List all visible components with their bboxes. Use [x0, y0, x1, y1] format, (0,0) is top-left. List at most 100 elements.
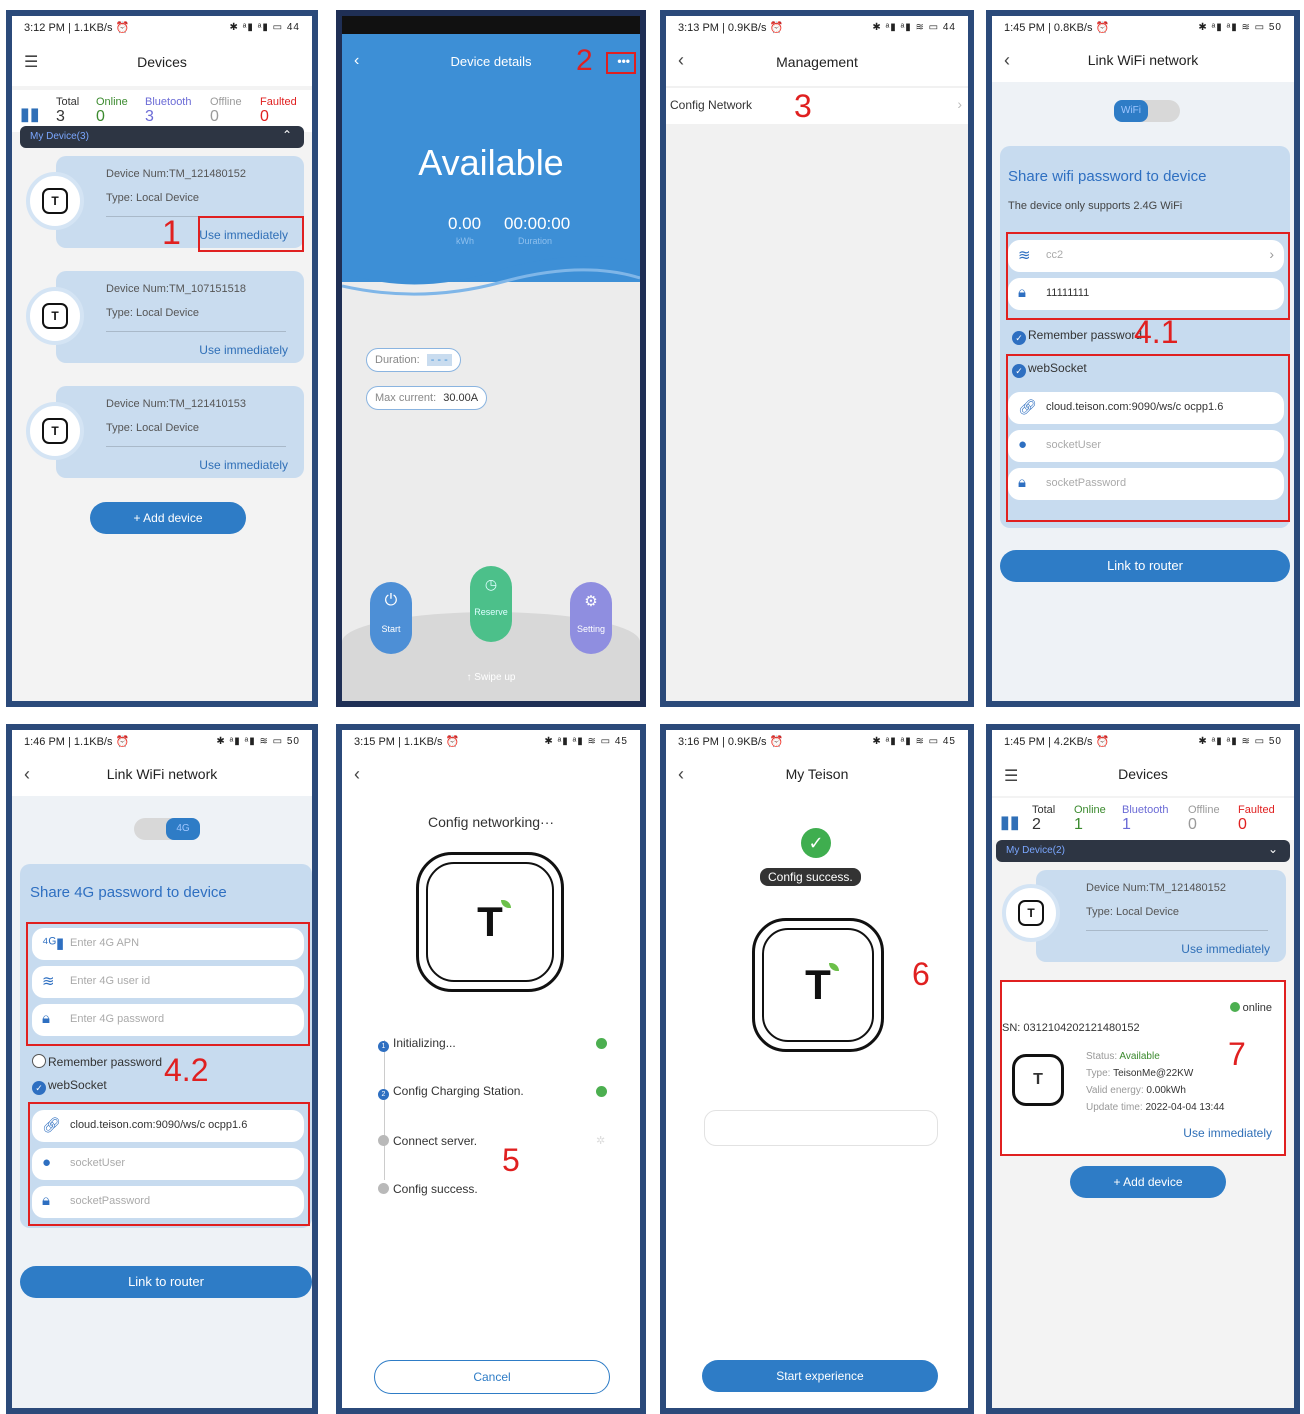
energy-value: 0.00 — [448, 214, 482, 233]
page-title: Management — [776, 54, 858, 70]
device-type: Type: Local Device — [106, 192, 199, 204]
success-toast: Config success. — [760, 868, 861, 886]
status-time: 1:45 PM | 0.8KB/s ⏰ — [1004, 21, 1110, 34]
charger-icon: T — [42, 418, 68, 444]
status-bar: 3:16 PM | 0.9KB/s ⏰ ✱ ᵃ▮ ᵃ▮ ≋ ▭ 45 — [666, 730, 968, 752]
charger-icon: T — [1018, 900, 1044, 926]
count-bluetooth: Bluetooth 1 — [1122, 804, 1169, 833]
duration-label: Duration — [518, 236, 553, 246]
step-config-station: 2 Config Charging Station. — [378, 1084, 524, 1100]
device-num: Device Num:TM_107151518 — [106, 283, 247, 295]
max-current-field[interactable]: Max current: 30.00A — [366, 386, 488, 410]
use-immediately-link[interactable]: Use immediately — [199, 343, 288, 357]
wifi-4g-toggle[interactable]: WiFi — [1114, 100, 1180, 122]
annotation-number: 7 — [1228, 1036, 1246, 1072]
back-icon[interactable]: ‹ — [1004, 50, 1010, 71]
wave-decoration — [342, 242, 640, 296]
step-config-success: Config success. — [378, 1182, 478, 1196]
step-connector — [384, 1040, 385, 1180]
setting-label: Setting — [576, 624, 606, 634]
clock-icon: ◷ — [484, 576, 498, 592]
websocket-label: webSocket — [48, 1078, 107, 1092]
remember-label: Remember password — [48, 1055, 163, 1069]
annotation-box — [26, 922, 310, 1046]
menu-icon[interactable]: ☰ — [1004, 766, 1018, 786]
screen-management: 3:13 PM | 0.9KB/s ⏰ ✱ ᵃ▮ ᵃ▮ ≋ ▭ 44 ‹ Man… — [660, 10, 974, 707]
add-device-button[interactable]: + Add device — [1070, 1166, 1226, 1198]
status-time: 1:46 PM | 1.1KB/s ⏰ — [24, 735, 130, 748]
step-dot: 2 — [378, 1089, 389, 1100]
page-title: Link WiFi network — [1087, 52, 1199, 68]
reserve-button[interactable]: ◷ Reserve — [470, 566, 512, 642]
max-current-value: 30.00A — [443, 392, 479, 404]
annotation-box — [1006, 354, 1290, 522]
step-dot — [378, 1183, 389, 1194]
use-immediately-link[interactable]: Use immediately — [1181, 942, 1270, 956]
duration-field[interactable]: Duration: - - - — [366, 348, 461, 372]
websocket-checkbox[interactable]: ✓ webSocket — [32, 1078, 107, 1095]
toggle-knob: 4G — [166, 818, 200, 840]
step-initializing: 1 Initializing... — [378, 1036, 456, 1052]
app-bar: ‹ Link WiFi network — [12, 752, 312, 796]
annotation-box — [28, 1102, 310, 1226]
count-faulted: Faulted 0 — [260, 96, 297, 125]
device-counts: ▮▮ Total 2 Online 1 Bluetooth 1 Offline 0 Fa… — [992, 798, 1294, 840]
my-device-header[interactable]: My Device(2) ⌄ — [996, 840, 1290, 862]
page-title: My Teison — [785, 766, 849, 782]
duration-field-value: - - - — [426, 354, 452, 366]
count-offline: Offline 0 — [1188, 804, 1220, 833]
swipe-up-hint[interactable]: ↑ Swipe up — [342, 672, 640, 683]
wifi-4g-toggle[interactable]: 4G — [134, 818, 200, 840]
loading-icon: ✲ — [596, 1135, 606, 1147]
status-bar: 3:15 PM | 1.1KB/s ⏰ ✱ ᵃ▮ ᵃ▮ ≋ ▭ 45 — [342, 730, 640, 752]
setting-button[interactable]: ⚙ Setting — [570, 582, 612, 654]
status-time: 3:15 PM | 1.1KB/s ⏰ — [354, 735, 460, 748]
menu-icon[interactable]: ☰ — [24, 52, 38, 72]
device-logo: T — [1002, 884, 1060, 942]
count-total: Total 3 — [56, 96, 80, 125]
config-network-label: Config Network — [670, 98, 753, 112]
device-card: Device Num:TM_107151518 Type: Local Devi… — [56, 271, 304, 363]
remember-password-checkbox[interactable]: Remember password — [32, 1054, 162, 1069]
back-icon[interactable]: ‹ — [24, 764, 30, 785]
annotation-number: 1 — [162, 214, 181, 252]
device-logo: T — [26, 287, 84, 345]
status-icons: ✱ ᵃ▮ ᵃ▮ ≋ ▭ 50 — [216, 735, 300, 747]
remember-password-checkbox[interactable]: ✓ Remember password — [1012, 328, 1142, 345]
app-bar: ☰ Devices — [992, 752, 1294, 796]
status-bar — [342, 16, 640, 34]
teison-logo-icon: T — [477, 898, 511, 946]
charger-state: Available — [418, 142, 564, 183]
cancel-button[interactable]: Cancel — [374, 1360, 610, 1394]
back-icon[interactable]: ‹ — [354, 764, 360, 785]
start-experience-button[interactable]: Start experience — [702, 1360, 938, 1392]
charger-logo: T — [416, 852, 564, 992]
chevron-right-icon: › — [957, 96, 962, 112]
step-connect-server: Connect server. — [378, 1134, 477, 1148]
chevron-up-icon: ⌃ — [281, 128, 292, 142]
page-title: Devices — [137, 54, 187, 70]
config-network-item[interactable]: Config Network › — [666, 88, 968, 124]
screen-link-wifi: 1:45 PM | 0.8KB/s ⏰ ✱ ᵃ▮ ᵃ▮ ≋ ▭ 50 ‹ Lin… — [986, 10, 1300, 707]
device-num: Device Num:TM_121480152 — [106, 168, 247, 180]
back-icon[interactable]: ‹ — [678, 764, 684, 785]
divider — [1086, 930, 1268, 931]
status-time: 3:13 PM | 0.9KB/s ⏰ — [678, 21, 784, 34]
toggle-knob: WiFi — [1114, 100, 1148, 122]
annotation-box — [1006, 232, 1290, 320]
screen-devices: 3:12 PM | 1.1KB/s ⏰ ✱ ᵃ▮ ᵃ▮ ▭ 44 ☰ Devic… — [6, 10, 318, 707]
step-label: Initializing... — [393, 1036, 456, 1050]
link-to-router-button[interactable]: Link to router — [20, 1266, 312, 1298]
count-bluetooth: Bluetooth 3 — [145, 96, 192, 125]
stats-icon: ▮▮ — [1000, 812, 1020, 832]
checkmark-icon: ✓ — [1012, 331, 1026, 345]
link-to-router-button[interactable]: Link to router — [1000, 550, 1290, 582]
my-device-header[interactable]: My Device(3) ⌃ — [20, 126, 304, 148]
back-icon[interactable]: ‹ — [678, 50, 684, 71]
use-immediately-link[interactable]: Use immediately — [199, 458, 288, 472]
add-device-button[interactable]: + Add device — [90, 502, 246, 534]
step-label: Connect server. — [393, 1134, 478, 1148]
start-button[interactable]: ⏻ Start — [370, 582, 412, 654]
unchecked-icon — [32, 1054, 46, 1068]
screen-devices-online: 1:45 PM | 4.2KB/s ⏰ ✱ ᵃ▮ ᵃ▮ ≋ ▭ 50 ☰ Dev… — [986, 724, 1300, 1414]
